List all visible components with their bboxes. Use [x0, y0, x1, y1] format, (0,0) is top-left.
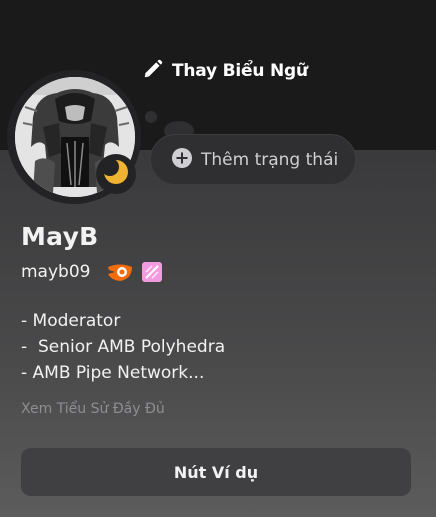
bio-line: - Senior AMB Polyhedra	[21, 337, 226, 357]
example-button-label: Nút Ví dụ	[173, 462, 259, 482]
add-status-label: Thêm trạng thái	[201, 149, 339, 170]
example-button[interactable]: Nút Ví dụ	[21, 448, 411, 496]
nitro-badge-icon[interactable]	[142, 262, 163, 282]
presence-status	[96, 154, 136, 194]
bio-line: - AMB Pipe Network...	[21, 363, 205, 383]
change-banner-button[interactable]: Thay Biểu Ngữ	[142, 58, 308, 84]
display-name: MayB	[21, 222, 99, 251]
bio: - Moderator - Senior AMB Polyhedra - AMB…	[21, 308, 225, 386]
username-row: mayb09	[21, 259, 163, 285]
plus-circle-icon	[171, 147, 193, 173]
bio-line: - Moderator	[21, 311, 121, 331]
hypesquad-brilliance-icon[interactable]	[106, 260, 134, 284]
profile-card: Thay Biểu Ngữ Thêm trạng thái MayB mayb0…	[0, 0, 436, 517]
add-status-button[interactable]: Thêm trạng thái	[150, 134, 356, 185]
status-bubble-dot	[145, 111, 157, 123]
pencil-icon	[142, 58, 164, 84]
view-full-bio-link[interactable]: Xem Tiểu Sử Đầy Đủ	[21, 401, 165, 417]
username[interactable]: mayb09	[21, 262, 90, 282]
moon-idle-icon	[101, 158, 130, 190]
change-banner-label: Thay Biểu Ngữ	[172, 61, 308, 81]
